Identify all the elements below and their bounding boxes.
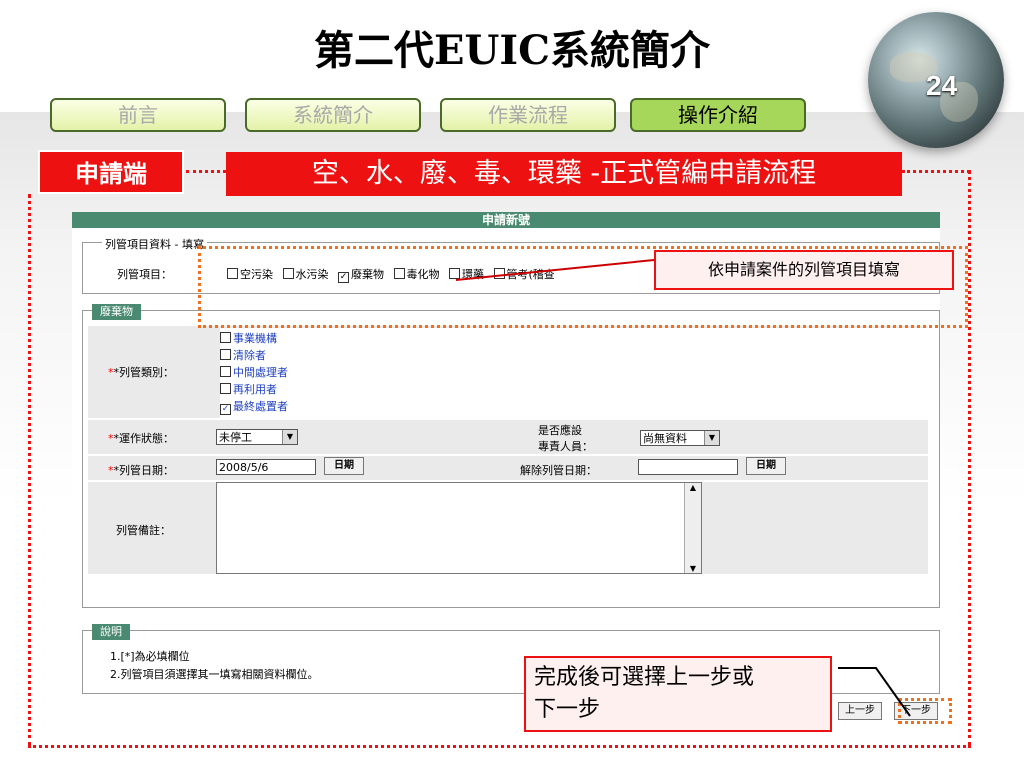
category-option-reuser[interactable]: 再利用者 xyxy=(220,381,277,397)
staff-label-line2: 專責人員： xyxy=(538,440,593,453)
category-label: **列管類別： xyxy=(108,366,174,379)
scroll-up-icon[interactable]: ▲ xyxy=(685,483,701,492)
callout-next-step-line1: 完成後可選擇上一步或 xyxy=(534,665,755,690)
textarea-scrollbar[interactable]: ▲ ▼ xyxy=(684,483,701,573)
side-tag: 申請端 xyxy=(38,150,184,194)
end-date-picker-button[interactable]: 日期 xyxy=(746,457,786,475)
nav-tab-workflow[interactable]: 作業流程 xyxy=(440,98,616,132)
end-date-input[interactable] xyxy=(638,459,738,475)
category-option-business[interactable]: 事業機構 xyxy=(220,330,277,346)
form-header: 申請新號 xyxy=(72,212,940,228)
date-picker-button[interactable]: 日期 xyxy=(324,457,364,475)
item-label: 列管項目： xyxy=(117,268,172,281)
category-option-cleaner[interactable]: 清除者 xyxy=(220,347,266,363)
callout-next-step-line2: 下一步 xyxy=(534,697,601,722)
headline-banner: 空、水、廢、毒、環藥 -正式管編申請流程 xyxy=(226,152,902,196)
callout-next-step: 完成後可選擇上一步或 下一步 xyxy=(524,656,832,732)
end-date-label: 解除列管日期： xyxy=(520,464,597,477)
prev-step-button[interactable]: 上一步 xyxy=(838,702,882,720)
status-select[interactable]: 未停工 ▼ xyxy=(216,429,298,445)
category-option-intermediate[interactable]: 中間處理者 xyxy=(220,364,288,380)
page-number: 24 xyxy=(926,70,958,101)
category-options: 事業機構 清除者 中間處理者 再利用者 ✓ 最終處置者 xyxy=(220,328,928,418)
date-label: **列管日期： xyxy=(108,464,174,477)
chevron-down-icon: ▼ xyxy=(704,431,719,445)
frame-left-edge xyxy=(28,194,31,746)
nav-tab-preface[interactable]: 前言 xyxy=(50,98,226,132)
status-row xyxy=(88,420,928,454)
nav-tab-operation[interactable]: 操作介紹 xyxy=(630,98,806,132)
scroll-down-icon[interactable]: ▼ xyxy=(685,564,701,573)
note-line-2: 2.列管項目須選擇其一填寫相關資料欄位。 xyxy=(110,668,319,681)
frame-bottom-edge xyxy=(28,745,971,748)
connector-dotted-line xyxy=(186,170,226,173)
chevron-down-icon: ▼ xyxy=(282,430,297,444)
date-input[interactable]: 2008/5/6 xyxy=(216,459,316,475)
status-label: **運作狀態： xyxy=(108,432,174,445)
callout-fill-items: 依申請案件的列管項目填寫 xyxy=(654,250,954,290)
notes-legend: 說明 xyxy=(92,624,130,640)
frame-top-right-edge xyxy=(902,170,970,173)
remark-label: 列管備註： xyxy=(116,524,171,537)
remark-textarea[interactable]: ▲ ▼ xyxy=(216,482,702,574)
highlight-next-button xyxy=(898,698,952,724)
item-section-legend: 列管項目資料 - 填寫 xyxy=(102,236,207,252)
staff-select[interactable]: 尚無資料 ▼ xyxy=(640,430,720,446)
waste-section-legend: 廢棄物 xyxy=(92,304,141,320)
frame-right-edge xyxy=(968,170,971,746)
note-line-1: 1.[*]為必填欄位 xyxy=(110,650,190,663)
nav-tab-system-intro[interactable]: 系統簡介 xyxy=(245,98,421,132)
date-row xyxy=(88,456,928,480)
staff-label-line1: 是否應設 xyxy=(538,424,582,437)
category-option-final-disposal[interactable]: ✓ 最終處置者 xyxy=(220,398,288,415)
